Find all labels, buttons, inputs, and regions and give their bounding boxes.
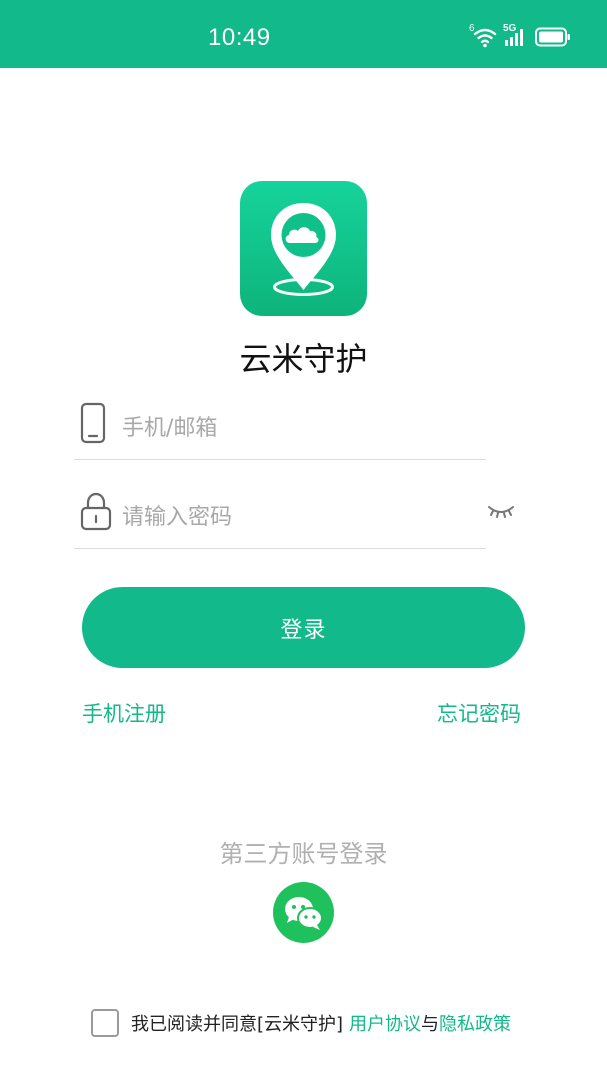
location-pin-cloud-icon [271,203,336,296]
privacy-policy-link[interactable]: 隐私政策 [439,1010,511,1036]
login-button[interactable]: 登录 [82,587,525,668]
app-name: 云米守护 [239,340,368,378]
agreement-row: 我已阅读并同意[云米守护] 用户协议 与 隐私政策 [91,1007,511,1039]
user-agreement-link[interactable]: 用户协议 [349,1010,421,1036]
wechat-login-button[interactable] [273,882,334,943]
account-field[interactable]: 手机/邮箱 [74,400,486,460]
wechat-icon [285,897,323,930]
status-bar: 10:49 6 5G [0,0,607,68]
wifi-icon: 6 [469,23,497,49]
agreement-and: 与 [421,1014,440,1035]
status-time: 10:49 [208,24,271,51]
phone-icon [80,402,106,448]
agreement-checkbox[interactable] [91,1009,119,1037]
lock-icon [80,491,112,535]
register-link[interactable]: 手机注册 [82,698,166,728]
account-input-placeholder: 手机/邮箱 [122,416,218,441]
cellular-signal-icon: 5G [503,23,529,49]
battery-icon [535,27,571,47]
password-field[interactable]: 请输入密码 [74,489,486,549]
agreement-text: 我已阅读并同意[云米守护] [131,1014,344,1035]
status-icons: 6 5G [469,23,571,50]
password-input-placeholder: 请输入密码 [122,505,233,530]
eye-closed-icon [488,506,514,518]
forgot-password-link[interactable]: 忘记密码 [437,698,521,728]
app-logo [240,181,367,316]
third-party-title: 第三方账号登录 [219,840,388,868]
password-visibility-toggle[interactable] [486,500,516,522]
